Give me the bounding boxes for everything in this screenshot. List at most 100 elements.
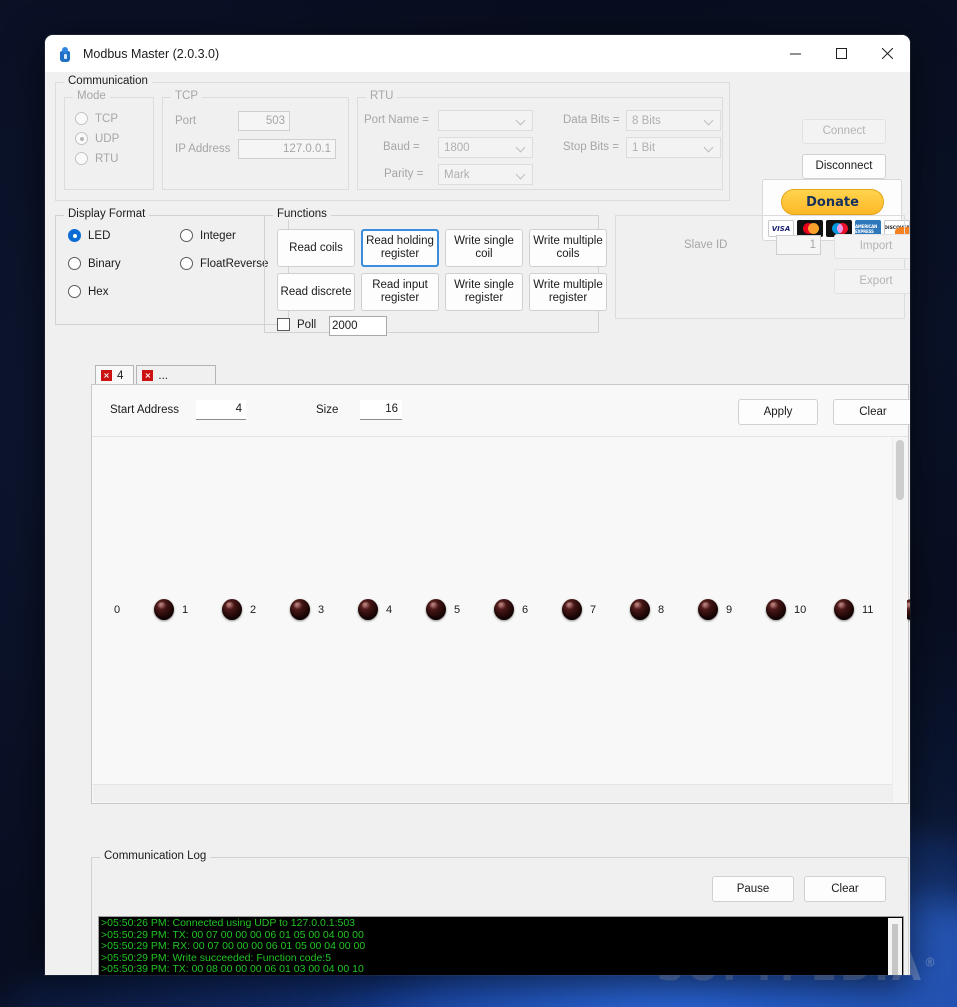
slave-id-input[interactable]: 1 [776,235,821,255]
radio-mode-tcp[interactable]: TCP [75,112,118,125]
communication-log-output[interactable]: >05:50:26 PM: Connected using UDP to 127… [98,916,904,975]
led-index-label: 7 [590,603,597,616]
led-indicator[interactable] [834,599,854,620]
write-multiple-register-button[interactable]: Write multiple register [529,273,607,311]
led-index-label: 0 [114,603,121,616]
radio-mode-udp[interactable]: UDP [75,132,119,145]
led-cell[interactable]: 2 [242,599,310,620]
led-cell[interactable]: 1 [174,599,242,620]
radio-format-binary[interactable]: Binary [68,257,121,270]
read-coils-button[interactable]: Read coils [277,229,355,267]
tcp-port-input[interactable]: 503 [238,111,290,131]
led-index-label: 2 [250,603,257,616]
modbus-app-icon [57,46,73,62]
client-area: Communication Mode TCP UDP RTU TCP Port … [45,72,910,975]
radio-knob-led [68,229,81,242]
radio-format-integer[interactable]: Integer [180,229,236,242]
close-icon[interactable] [864,35,910,72]
chevron-down-icon [705,116,714,125]
rtu-parity-select[interactable]: Mark [438,164,533,185]
communication-log-legend: Communication Log [100,850,211,862]
slave-group: Slave ID 1 Import Export [615,215,910,319]
functions-legend: Functions [273,208,331,220]
read-discrete-button[interactable]: Read discrete [277,273,355,311]
led-indicator[interactable] [562,599,582,620]
led-index-label: 4 [386,603,393,616]
grid-scrollbar-thumb[interactable] [896,440,904,500]
led-indicator[interactable] [290,599,310,620]
tab-address-4[interactable]: × 4 [95,365,135,385]
led-indicator[interactable] [698,599,718,620]
led-cell[interactable]: 8 [650,599,718,620]
log-line: >05:50:26 PM: Connected using UDP to 127… [101,917,356,929]
radio-knob-udp [75,132,88,145]
led-indicator[interactable] [494,599,514,620]
led-indicator[interactable] [426,599,446,620]
apply-button[interactable]: Apply [738,399,818,425]
radio-knob-integer [180,229,193,242]
tcp-ip-input[interactable]: 127.0.0.1 [238,139,336,159]
rtu-port-name-select[interactable] [438,110,533,131]
radio-format-floatreverse[interactable]: FloatReverse [180,257,268,270]
data-panel: Start Address 4 Size 16 Apply Clear 0 1 2 3… [91,384,910,804]
led-cell[interactable]: 6 [514,599,582,620]
rtu-stop-bits-label: Stop Bits = [563,141,619,153]
led-cell[interactable]: 10 [786,599,854,620]
poll-interval-input[interactable]: 2000 [329,316,387,336]
log-scrollbar-thumb[interactable] [892,924,898,975]
radio-knob-hex [68,285,81,298]
led-indicator[interactable] [222,599,242,620]
connect-button[interactable]: Connect [802,119,886,144]
clear-grid-button[interactable]: Clear [833,399,910,425]
tab-new[interactable]: × ... [136,365,217,385]
radio-format-hex[interactable]: Hex [68,285,108,298]
display-format-legend: Display Format [64,208,150,220]
tcp-port-label: Port [175,115,197,127]
log-clear-button[interactable]: Clear [804,876,886,902]
tab-label-0: 4 [117,369,124,382]
led-cell[interactable]: 3 [310,599,378,620]
led-indicator[interactable] [766,599,786,620]
read-holding-register-button[interactable]: Read holding register [361,229,439,267]
led-indicator[interactable] [358,599,378,620]
led-indicator[interactable] [630,599,650,620]
poll-checkbox[interactable]: Poll [277,318,316,331]
close-tab-icon[interactable]: × [101,370,112,381]
start-address-input[interactable]: 4 [196,400,246,420]
rtu-data-bits-value: 8 Bits [632,114,661,127]
radio-label-rtu: RTU [95,152,119,165]
led-indicator[interactable] [154,599,174,620]
window-controls [772,35,910,72]
minimize-icon[interactable] [772,35,818,72]
rtu-data-bits-select[interactable]: 8 Bits [626,110,721,131]
led-cell[interactable]: 5 [446,599,514,620]
chevron-down-icon [517,143,526,152]
size-label: Size [316,404,339,416]
radio-format-led[interactable]: LED [68,229,110,242]
size-input[interactable]: 16 [360,400,402,420]
write-single-coil-button[interactable]: Write single coil [445,229,523,267]
poll-checkbox-box [277,318,290,331]
rtu-baud-select[interactable]: 1800 [438,137,533,158]
donate-button[interactable]: Donate [781,189,884,215]
log-vertical-scrollbar[interactable] [888,918,902,975]
led-cell[interactable]: 0 [106,599,174,620]
import-button[interactable]: Import [834,234,910,259]
rtu-stop-bits-select[interactable]: 1 Bit [626,137,721,158]
led-cell[interactable]: 9 [718,599,786,620]
write-multiple-coils-button[interactable]: Write multiple coils [529,229,607,267]
radio-mode-rtu[interactable]: RTU [75,152,118,165]
write-single-register-button[interactable]: Write single register [445,273,523,311]
close-tab-icon[interactable]: × [142,370,154,381]
export-button[interactable]: Export [834,269,910,294]
read-input-register-button[interactable]: Read input register [361,273,439,311]
disconnect-button[interactable]: Disconnect [802,154,886,179]
log-pause-button[interactable]: Pause [712,876,794,902]
led-cell[interactable]: 7 [582,599,650,620]
radio-knob-rtu [75,152,88,165]
led-index-label: 10 [794,603,807,616]
led-cell[interactable]: 4 [378,599,446,620]
tcp-ip-label: IP Address [175,143,231,155]
grid-vertical-scrollbar[interactable] [892,438,907,802]
maximize-icon[interactable] [818,35,864,72]
